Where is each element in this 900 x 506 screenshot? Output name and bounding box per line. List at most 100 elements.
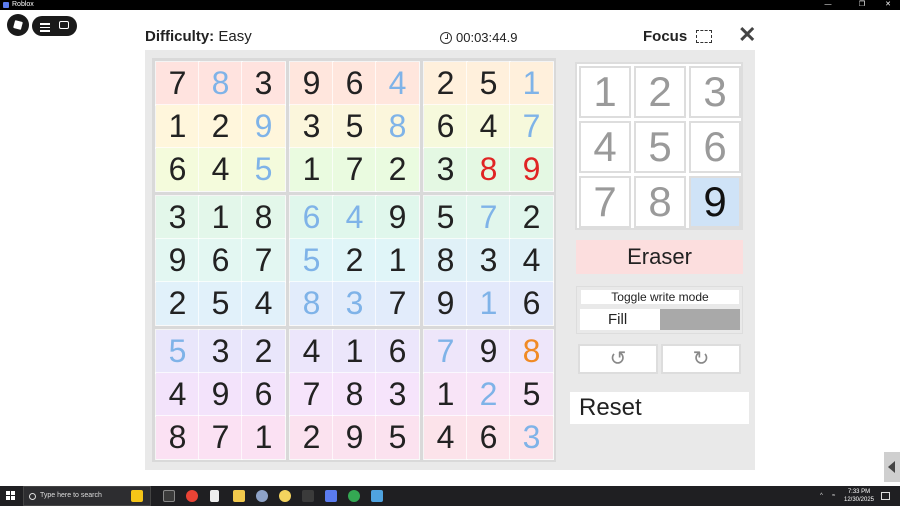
sudoku-cell[interactable]: 9	[241, 104, 286, 149]
redo-button[interactable]: ↻	[661, 344, 741, 374]
sudoku-cell[interactable]: 1	[155, 104, 200, 149]
emoji-app-icon[interactable]	[279, 490, 291, 502]
sudoku-cell[interactable]: 7	[155, 61, 200, 106]
sudoku-cell[interactable]: 4	[332, 195, 377, 240]
sudoku-cell[interactable]: 8	[332, 372, 377, 417]
sudoku-cell[interactable]: 7	[332, 147, 377, 192]
notification-icon[interactable]	[881, 492, 890, 500]
eraser-button[interactable]: Eraser	[576, 240, 743, 274]
sudoku-cell[interactable]: 8	[289, 281, 334, 326]
reset-button[interactable]: Reset	[570, 392, 749, 424]
sudoku-cell[interactable]: 8	[423, 238, 468, 283]
sudoku-cell[interactable]: 6	[155, 147, 200, 192]
sudoku-cell[interactable]: 3	[509, 415, 554, 460]
sudoku-cell[interactable]: 7	[423, 329, 468, 374]
photos-icon[interactable]	[371, 490, 383, 502]
task-view-icon[interactable]	[163, 490, 175, 502]
sudoku-cell[interactable]: 1	[332, 329, 377, 374]
sudoku-cell[interactable]: 4	[466, 104, 511, 149]
numpad-key-3[interactable]: 3	[689, 66, 741, 118]
minimize-button[interactable]: —	[818, 0, 838, 10]
app-icon[interactable]	[256, 490, 268, 502]
sudoku-cell[interactable]: 6	[423, 104, 468, 149]
numpad-key-4[interactable]: 4	[579, 121, 631, 173]
copilot-icon[interactable]	[131, 490, 143, 502]
file-explorer-icon[interactable]	[233, 490, 245, 502]
sudoku-cell[interactable]: 2	[509, 195, 554, 240]
focus-label[interactable]: Focus	[643, 28, 687, 45]
sudoku-cell[interactable]: 3	[241, 61, 286, 106]
sudoku-cell[interactable]: 9	[155, 238, 200, 283]
sudoku-cell[interactable]: 4	[423, 415, 468, 460]
sudoku-cell[interactable]: 5	[332, 104, 377, 149]
sudoku-cell[interactable]: 1	[241, 415, 286, 460]
sudoku-cell[interactable]: 4	[289, 329, 334, 374]
sudoku-cell[interactable]: 7	[466, 195, 511, 240]
sudoku-cell[interactable]: 2	[375, 147, 420, 192]
terminal-icon[interactable]	[302, 490, 314, 502]
sudoku-cell[interactable]: 5	[241, 147, 286, 192]
sudoku-cell[interactable]: 4	[509, 238, 554, 283]
sudoku-cell[interactable]: 6	[289, 195, 334, 240]
sudoku-cell[interactable]: 1	[466, 281, 511, 326]
chrome-icon[interactable]	[186, 490, 198, 502]
sudoku-cell[interactable]: 1	[423, 372, 468, 417]
sudoku-cell[interactable]: 5	[375, 415, 420, 460]
close-game-button[interactable]: ✕	[738, 24, 756, 46]
sudoku-cell[interactable]: 4	[241, 281, 286, 326]
sudoku-cell[interactable]: 6	[375, 329, 420, 374]
sudoku-cell[interactable]: 4	[375, 61, 420, 106]
sudoku-cell[interactable]: 5	[466, 61, 511, 106]
sudoku-cell[interactable]: 6	[509, 281, 554, 326]
sudoku-cell[interactable]: 1	[289, 147, 334, 192]
numpad-key-6[interactable]: 6	[689, 121, 741, 173]
sudoku-cell[interactable]: 7	[241, 238, 286, 283]
sudoku-cell[interactable]: 1	[198, 195, 243, 240]
sudoku-cell[interactable]: 5	[423, 195, 468, 240]
numpad-key-9[interactable]: 9	[689, 176, 741, 228]
sudoku-cell[interactable]: 9	[466, 329, 511, 374]
chrome-alt-icon[interactable]	[348, 490, 360, 502]
sudoku-cell[interactable]: 7	[375, 281, 420, 326]
side-panel-arrow-icon[interactable]	[884, 452, 900, 482]
network-icon[interactable]: ≈	[832, 486, 835, 506]
sudoku-cell[interactable]: 8	[375, 104, 420, 149]
sudoku-cell[interactable]: 5	[155, 329, 200, 374]
undo-button[interactable]: ↺	[578, 344, 658, 374]
numpad-key-8[interactable]: 8	[634, 176, 686, 228]
hamburger-icon[interactable]	[40, 21, 50, 32]
sudoku-cell[interactable]: 8	[241, 195, 286, 240]
sudoku-cell[interactable]: 1	[375, 238, 420, 283]
numpad-key-2[interactable]: 2	[634, 66, 686, 118]
sudoku-cell[interactable]: 2	[466, 372, 511, 417]
tray-chevron-icon[interactable]: ^	[820, 486, 823, 506]
sudoku-cell[interactable]: 9	[289, 61, 334, 106]
sudoku-cell[interactable]: 9	[375, 195, 420, 240]
sudoku-cell[interactable]: 3	[198, 329, 243, 374]
sudoku-cell[interactable]: 2	[332, 238, 377, 283]
sudoku-cell[interactable]: 3	[289, 104, 334, 149]
sudoku-cell[interactable]: 9	[423, 281, 468, 326]
sudoku-cell[interactable]: 6	[198, 238, 243, 283]
file-icon[interactable]	[210, 490, 219, 502]
roblox-taskbar-icon[interactable]	[325, 490, 337, 502]
sudoku-cell[interactable]: 4	[198, 147, 243, 192]
write-mode-switch[interactable]: Fill	[580, 309, 740, 330]
sudoku-cell[interactable]: 6	[332, 61, 377, 106]
sudoku-cell[interactable]: 5	[198, 281, 243, 326]
sudoku-cell[interactable]: 5	[509, 372, 554, 417]
sudoku-cell[interactable]: 3	[155, 195, 200, 240]
sudoku-cell[interactable]: 8	[466, 147, 511, 192]
sudoku-cell[interactable]: 9	[198, 372, 243, 417]
sudoku-cell[interactable]: 3	[423, 147, 468, 192]
sudoku-cell[interactable]: 6	[466, 415, 511, 460]
sudoku-cell[interactable]: 3	[332, 281, 377, 326]
sudoku-cell[interactable]: 1	[509, 61, 554, 106]
focus-mode-icon[interactable]	[696, 30, 712, 43]
windows-start-icon[interactable]	[6, 491, 16, 501]
sudoku-cell[interactable]: 3	[375, 372, 420, 417]
chat-icon[interactable]	[59, 21, 69, 29]
sudoku-cell[interactable]: 7	[509, 104, 554, 149]
sudoku-cell[interactable]: 3	[466, 238, 511, 283]
sudoku-cell[interactable]: 2	[423, 61, 468, 106]
